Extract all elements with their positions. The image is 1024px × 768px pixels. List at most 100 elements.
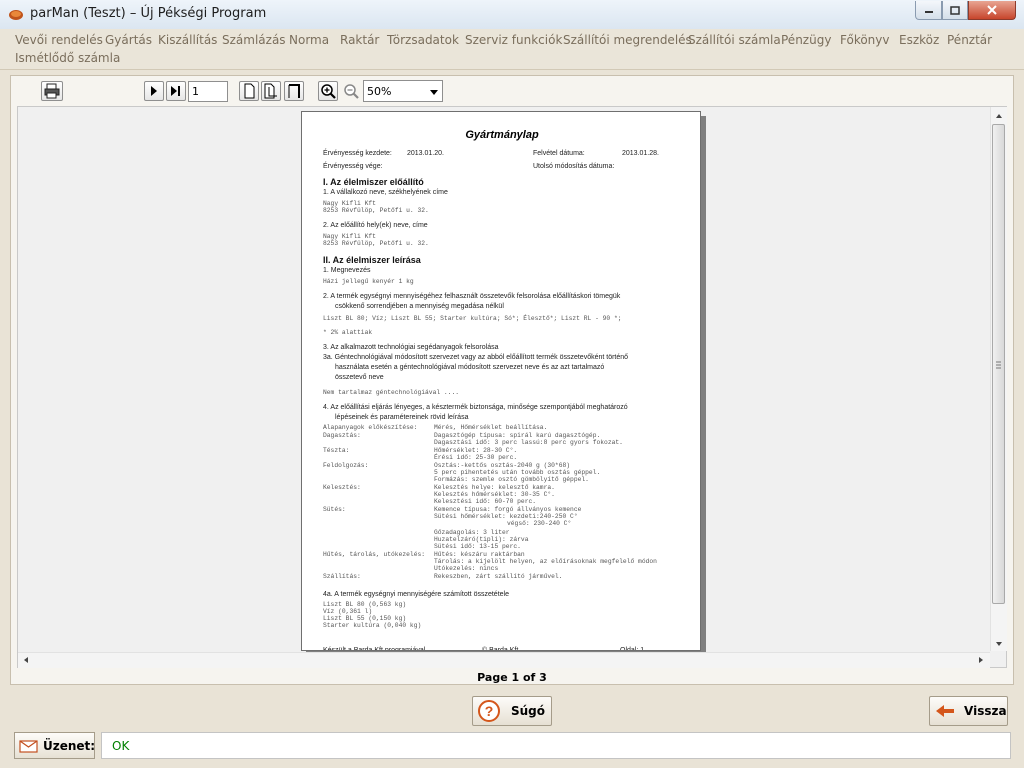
document-line: Huzatelzáró(tipli): zárva (434, 536, 529, 543)
menu-kiszallitas[interactable]: Kiszállítás (158, 33, 217, 47)
document-line: Kelesztés hőmérséklet: 30-35 C°. (434, 491, 555, 498)
menu-ismetlodo-szamla[interactable]: Ismétlődő számla (15, 51, 120, 65)
menu-fokonyv[interactable]: Főkönyv (840, 33, 890, 47)
menu-vevoi-rendeles[interactable]: Vevői rendelés (15, 33, 103, 47)
document-line: Sütési hőmérséklet: kezdeti:240-250 C° (434, 513, 578, 520)
document-line: Kemence típusa: forgó állványos kemence (434, 506, 582, 513)
document-line: Gőzadagolás: 3 liter (434, 529, 510, 536)
zoom-in-button[interactable] (318, 81, 338, 101)
document-line: 1. Megnevezés (323, 267, 371, 274)
message-label-box: Üzenet: (14, 732, 95, 759)
vertical-scroll-thumb[interactable] (992, 124, 1005, 604)
menu-eszkoz[interactable]: Eszköz (899, 33, 939, 47)
single-page-icon (244, 83, 255, 99)
page-indicator: Page 1 of 3 (477, 671, 547, 684)
document-line: végső: 230-240 C° (507, 520, 572, 527)
back-label: Vissza (964, 704, 1007, 718)
document-line: 8253 Révfülöp, Petőfi u. 32. (323, 207, 429, 214)
last-page-button[interactable] (166, 81, 186, 101)
document-line: Sütési idő: 13-15 perc. (434, 543, 521, 550)
document-line: Hűtés, tárolás, utókezelés: (323, 551, 426, 558)
print-button[interactable] (41, 81, 63, 101)
minimize-icon (924, 11, 933, 13)
document-line: Osztás:-kettős osztás-2040 g (30*68) (434, 462, 571, 469)
document-line: 2. A termék egységnyi mennyiségéhez felh… (323, 293, 621, 300)
document-line: Alapanyagok előkészítése: (323, 424, 418, 431)
help-icon: ? (478, 700, 500, 722)
document-line: összetevő neve (335, 374, 384, 381)
document-line: Starter kultúra (0,040 kg) (323, 622, 422, 629)
menu-bar: Vevői rendelés Gyártás Kiszállítás Száml… (0, 29, 1024, 70)
scroll-up-icon (996, 114, 1002, 118)
back-arrow-icon (936, 705, 954, 717)
document-line: 3a. Géntechnológiával módosított szervez… (323, 354, 629, 361)
next-page-button[interactable] (144, 81, 164, 101)
document-line: Rekeszben, zárt szállító járművel. (434, 573, 563, 580)
zoom-out-button[interactable] (341, 81, 361, 101)
document-line: 1. A vállalkozó neve, székhelyének címe (323, 189, 448, 196)
menu-penzugy[interactable]: Pénzügy (781, 33, 831, 47)
minimize-button[interactable] (915, 1, 942, 20)
menu-norma[interactable]: Norma (289, 33, 329, 47)
document-line: Hűtés: készáru raktárban (434, 551, 525, 558)
close-button[interactable] (968, 1, 1016, 20)
document-line: Kelesztési idő: 60-70 perc. (434, 498, 537, 505)
document-line: Liszt BL 80 (0,563 kg) (323, 601, 407, 608)
envelope-icon (19, 740, 38, 753)
menu-szallitoi-megrendeles[interactable]: Szállítói megrendelés (563, 33, 692, 47)
document-line: * 2% alattiak (323, 329, 373, 336)
document-line: Kelesztés: (323, 484, 361, 491)
document-line: Liszt BL 55 (0,150 kg) (323, 615, 407, 622)
two-page-icon (264, 83, 277, 99)
help-label: Súgó (511, 704, 546, 718)
menu-szamlazas[interactable]: Számlázás (222, 33, 286, 47)
document-line: lépéseinek és paramétereinek rövid leírá… (335, 414, 469, 421)
document-line: Víz (0,361 l) (323, 608, 373, 615)
maximize-button[interactable] (942, 1, 968, 20)
menu-szallitoi-szamla[interactable]: Szállítói számla (688, 33, 781, 47)
scroll-right-icon (979, 657, 983, 663)
document-line: 4a. A termék egységnyi mennyiségére szám… (323, 591, 509, 598)
single-page-button[interactable] (239, 81, 259, 101)
document-line: Érvényesség vége: (323, 163, 383, 170)
document-line: 8253 Révfülöp, Petőfi u. 32. (323, 240, 429, 247)
scroll-left-icon (24, 657, 28, 663)
document-line: Sütés: (323, 506, 346, 513)
document-line: 4. Az előállítási eljárás lényeges, a ké… (323, 404, 628, 411)
multi-page-button[interactable] (284, 81, 304, 101)
document-line: Tészta: (323, 447, 350, 454)
document-line: Kelesztés helye: kelesztő kamra. (434, 484, 555, 491)
menu-gyartas[interactable]: Gyártás (105, 33, 152, 47)
message-label: Üzenet: (43, 739, 96, 753)
document-line: használata esetén a géntechnológiával mó… (335, 364, 605, 371)
document-line: Dagasztási idő: 3 perc lassú:8 perc gyor… (434, 439, 623, 446)
document-line: 2. Az előállító hely(ek) neve, címe (323, 222, 428, 229)
menu-raktar[interactable]: Raktár (340, 33, 379, 47)
document-line: Szállítás: (323, 573, 361, 580)
two-page-button[interactable] (261, 81, 281, 101)
zoom-select[interactable]: 50% (363, 80, 443, 102)
document-line: Felvétel dátuma: (533, 150, 585, 157)
menu-penztar[interactable]: Pénztár (947, 33, 992, 47)
menu-torzsadatok[interactable]: Törzsadatok (387, 33, 459, 47)
message-value: OK (112, 739, 130, 753)
page-number-input[interactable] (188, 81, 228, 102)
document-line: Utolsó módosítás dátuma: (533, 163, 615, 170)
document-line: Utókezelés: nincs (434, 565, 499, 572)
document-line: © Barda Kft (482, 647, 519, 651)
back-button[interactable]: Vissza (929, 696, 1008, 726)
menu-szerviz-funkciok[interactable]: Szerviz funkciók (465, 33, 562, 47)
document-line: Formázás: szemle osztó gömbölyítő géppel… (434, 476, 589, 483)
svg-text:?: ? (485, 703, 494, 719)
print-icon (44, 83, 60, 99)
section-heading: II. Az élelmiszer leírása (323, 255, 421, 265)
grip-icon (996, 361, 1001, 369)
zoom-value: 50% (367, 85, 392, 98)
document-line: csökkenő sorrendjében a mennyiség megadá… (335, 303, 504, 310)
zoom-out-icon (344, 84, 359, 99)
document-line: Feldolgozás: (323, 462, 369, 469)
horizontal-scrollbar[interactable] (18, 652, 990, 668)
document-line: Dagasztógép típusa: spirál karú dagasztó… (434, 432, 601, 439)
document-line: 3. Az alkalmazott technológiai segédanya… (323, 344, 499, 351)
help-button[interactable]: ? Súgó (472, 696, 552, 726)
